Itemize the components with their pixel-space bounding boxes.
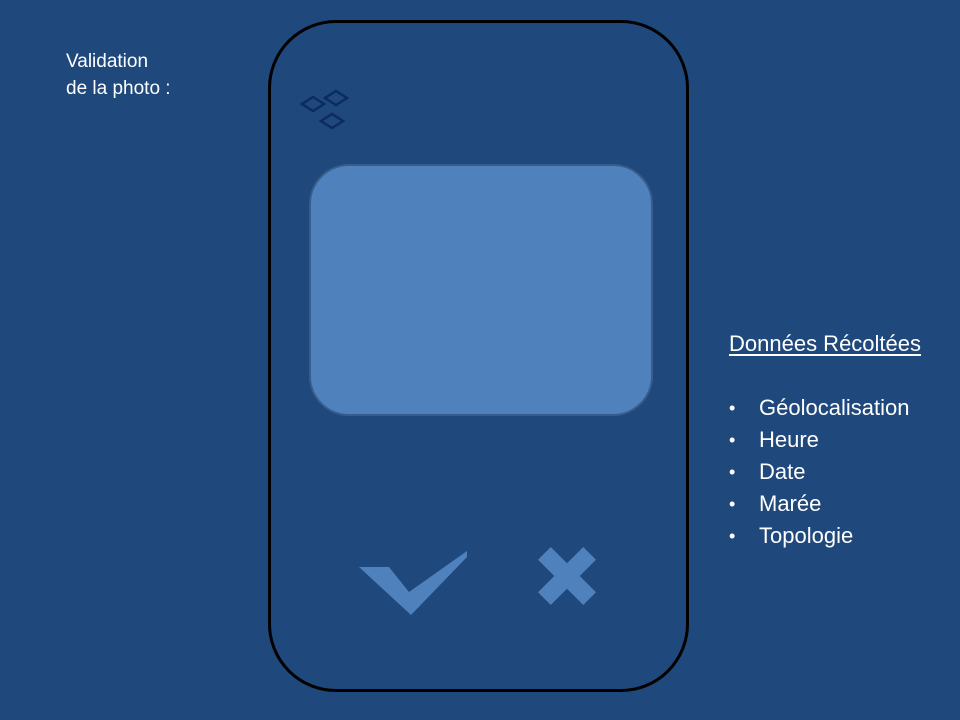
- diamond-cluster-logo-icon: [299, 89, 350, 130]
- list-item-label: Géolocalisation: [759, 395, 910, 420]
- photo-validation-caption: Validation de la photo :: [66, 48, 171, 102]
- collected-data-title: Données Récoltées: [729, 331, 922, 356]
- bullet-point: •: [729, 430, 736, 450]
- phone-frame: [268, 20, 689, 692]
- list-item-topology: • Topologie: [729, 520, 949, 552]
- bullet-point: •: [729, 462, 736, 482]
- list-item-time: • Heure: [729, 424, 949, 456]
- list-item-label: Topologie: [759, 523, 854, 548]
- list-item-label: Marée: [759, 491, 822, 516]
- caption-line-1: Validation: [66, 51, 149, 72]
- list-item-geolocation: • Géolocalisation: [729, 392, 949, 424]
- list-item-label: Heure: [759, 427, 819, 452]
- caption-line-2: de la photo :: [66, 78, 171, 99]
- photo-preview: [309, 164, 653, 416]
- collected-data-list: • Géolocalisation • Heure • Date • Marée…: [729, 392, 949, 552]
- bullet-point: •: [729, 398, 736, 418]
- collected-data-panel: Données Récoltées • Géolocalisation • He…: [729, 328, 949, 552]
- list-item-label: Date: [759, 459, 806, 484]
- list-item-date: • Date: [729, 456, 949, 488]
- reject-photo-button[interactable]: [534, 542, 600, 610]
- bullet-point: •: [729, 494, 736, 514]
- list-item-tide: • Marée: [729, 488, 949, 520]
- bullet-point: •: [729, 526, 736, 546]
- validate-photo-button[interactable]: [359, 547, 467, 615]
- checkmark-icon: [359, 551, 467, 615]
- close-x-icon: [538, 547, 596, 605]
